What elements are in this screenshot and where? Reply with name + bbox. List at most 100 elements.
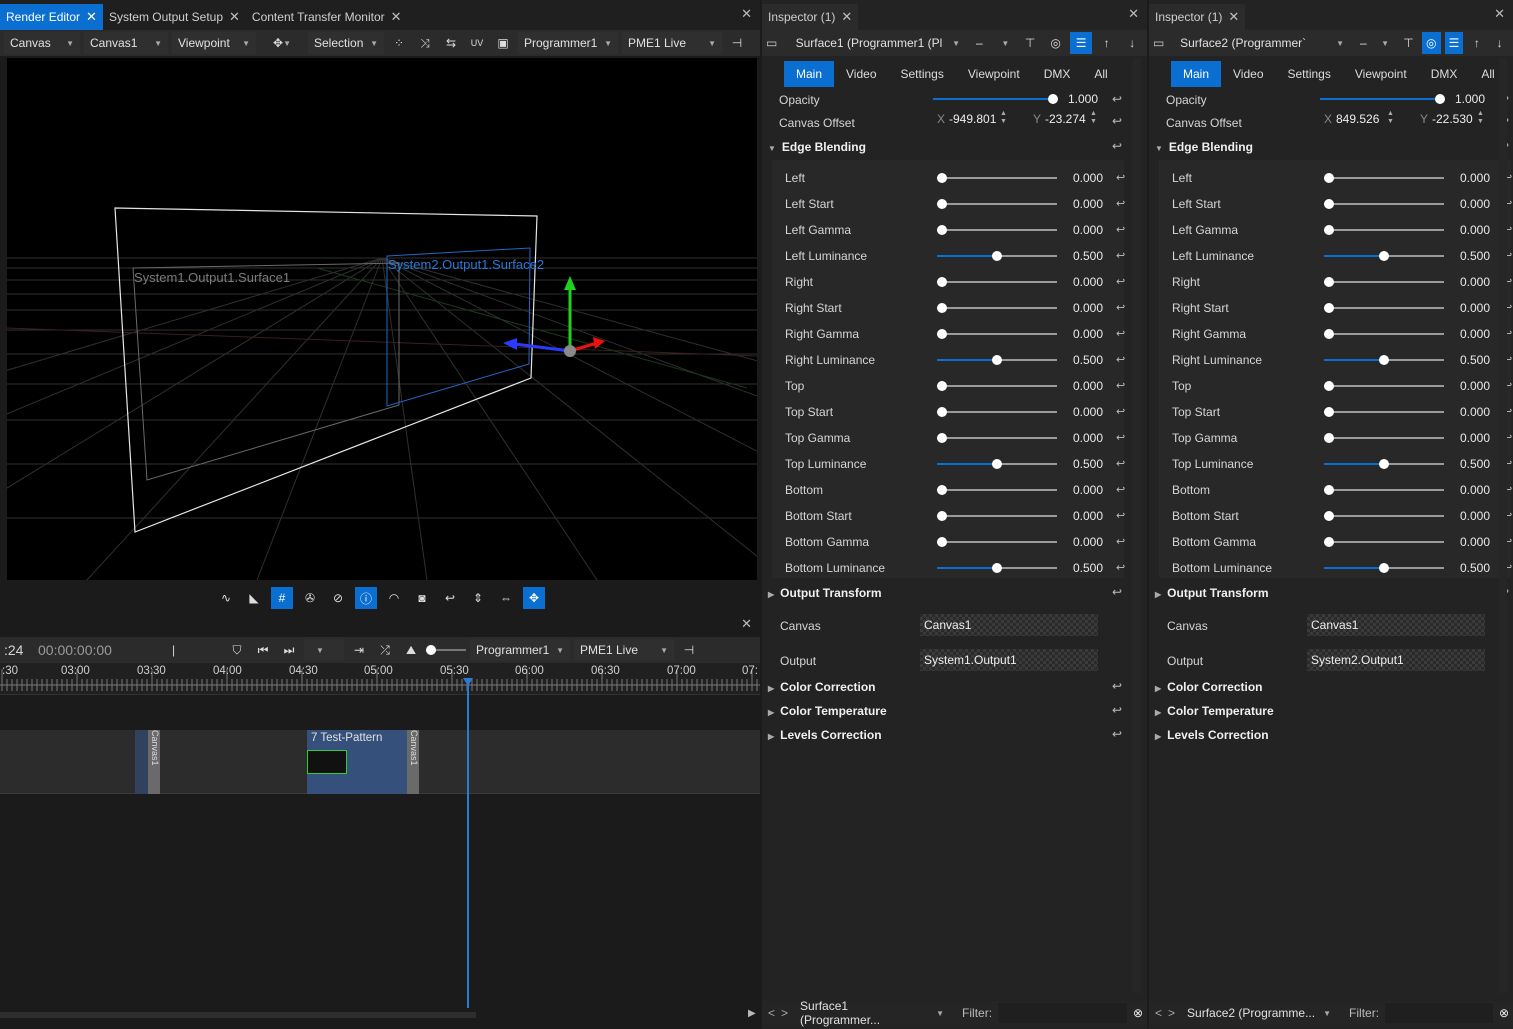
timeline-scrollbar[interactable]: [0, 1012, 476, 1018]
param-slider[interactable]: [1324, 199, 1444, 209]
subtab-main[interactable]: Main: [784, 61, 835, 87]
param-value[interactable]: 0.500: [1073, 353, 1103, 367]
reset-icon[interactable]: ↩: [1116, 379, 1125, 392]
param-value[interactable]: 0.500: [1460, 561, 1490, 575]
param-slider[interactable]: [937, 407, 1057, 417]
target-icon[interactable]: ◎: [1045, 32, 1067, 54]
param-slider[interactable]: [1324, 485, 1444, 495]
param-value[interactable]: 0.500: [1460, 249, 1490, 263]
clip-test-pattern[interactable]: 7 Test-Pattern: [307, 730, 417, 794]
param-slider[interactable]: [1324, 381, 1444, 391]
reset-icon[interactable]: ↩: [1116, 171, 1125, 184]
back-icon[interactable]: <: [768, 1006, 775, 1020]
inspector-scrollbar[interactable]: [1133, 58, 1141, 993]
param-value[interactable]: 0.000: [1460, 379, 1490, 393]
close-panel-icon[interactable]: ✕: [1128, 6, 1139, 22]
center-icon[interactable]: ✥: [523, 587, 545, 609]
param-value[interactable]: 0.000: [1073, 275, 1103, 289]
magnet-icon[interactable]: ◠: [383, 587, 405, 609]
param-slider[interactable]: [1324, 329, 1444, 339]
footer-object-dropdown[interactable]: Surface2 (Programme... ▼: [1181, 1002, 1338, 1024]
back-icon[interactable]: <: [1155, 1006, 1162, 1020]
reset-icon[interactable]: ↩: [1116, 275, 1125, 288]
stepper-icon[interactable]: ▲ ▼: [1000, 110, 1007, 126]
section-header[interactable]: ▶ Color Correction: [768, 680, 876, 694]
close-icon[interactable]: ✕: [1228, 9, 1239, 25]
param-slider[interactable]: [937, 485, 1057, 495]
mode-dropdown[interactable]: – ▼: [1354, 32, 1396, 54]
filter-input[interactable]: [1385, 1003, 1493, 1023]
param-value[interactable]: 0.000: [1460, 171, 1490, 185]
opacity-value[interactable]: 1.000: [1455, 92, 1485, 106]
tab-inspector[interactable]: Inspector (1) ✕: [1149, 4, 1246, 30]
param-value[interactable]: 0.500: [1460, 457, 1490, 471]
tab-render-editor[interactable]: Render Editor ✕: [0, 4, 103, 30]
canvas-mode-dropdown[interactable]: Canvas ▼: [4, 32, 80, 54]
section-header[interactable]: ▶ Color Correction: [1155, 680, 1263, 694]
param-value[interactable]: 0.000: [1073, 535, 1103, 549]
param-value[interactable]: 0.500: [1073, 249, 1103, 263]
reset-icon[interactable]: ↩: [1116, 457, 1125, 470]
param-slider[interactable]: [937, 511, 1057, 521]
gizmo[interactable]: [503, 276, 605, 357]
swap-icon[interactable]: ⇆: [440, 32, 462, 54]
canvas-select-dropdown[interactable]: Canvas1 ▼: [84, 32, 168, 54]
param-slider[interactable]: [1324, 173, 1444, 183]
transform-icon[interactable]: ⤨: [414, 32, 436, 54]
pin-icon[interactable]: ⊤: [1399, 32, 1418, 54]
close-panel-icon[interactable]: ✕: [1494, 6, 1505, 22]
param-value[interactable]: 0.000: [1460, 431, 1490, 445]
reset-icon[interactable]: ↩: [1116, 353, 1125, 366]
edge-blending-header[interactable]: ▼ Edge Blending: [1155, 140, 1253, 154]
tab-inspector[interactable]: Inspector (1) ✕: [762, 4, 859, 30]
stepper-icon[interactable]: ▲ ▼: [1090, 110, 1097, 126]
arrow-down-icon[interactable]: ↓: [1121, 32, 1143, 54]
list-icon[interactable]: ☰: [1070, 32, 1092, 54]
target-icon[interactable]: ◎: [1421, 32, 1441, 54]
subtab-viewpoint[interactable]: Viewpoint: [956, 61, 1032, 87]
reset-icon[interactable]: ↩: [1116, 223, 1125, 236]
pin-icon[interactable]: ⊤: [1019, 32, 1041, 54]
offset-y-field[interactable]: -23.274: [1045, 112, 1086, 126]
arrow-up-icon[interactable]: ↑: [1096, 32, 1118, 54]
scroll-right-icon[interactable]: ▶: [748, 1008, 756, 1019]
subtab-all[interactable]: All: [1082, 61, 1119, 87]
param-slider[interactable]: [1324, 277, 1444, 287]
reset-icon[interactable]: ↩: [1116, 327, 1125, 340]
reset-icon[interactable]: ↩: [1116, 483, 1125, 496]
param-slider[interactable]: [1324, 563, 1444, 573]
canvas-field[interactable]: Canvas1: [1307, 614, 1485, 636]
reset-icon[interactable]: ↩: [1116, 431, 1125, 444]
reset-icon[interactable]: ↩: [1116, 561, 1125, 574]
stepper-icon[interactable]: ▲ ▼: [1387, 110, 1394, 126]
param-value[interactable]: 0.500: [1460, 353, 1490, 367]
uv-icon[interactable]: UV: [466, 32, 488, 54]
param-value[interactable]: 0.000: [1460, 483, 1490, 497]
param-slider[interactable]: [937, 225, 1057, 235]
param-value[interactable]: 0.500: [1073, 457, 1103, 471]
canvas-field[interactable]: Canvas1: [920, 614, 1098, 636]
param-value[interactable]: 0.000: [1073, 223, 1103, 237]
param-slider[interactable]: [1324, 537, 1444, 547]
param-slider[interactable]: [937, 173, 1057, 183]
timeline-ruler[interactable]: :30 03:00 03:30 04:00 04:30 05:00 05:30 06:00 06…: [0, 663, 760, 695]
horizontal-fit-icon[interactable]: ⇔: [495, 587, 517, 609]
object-dropdown[interactable]: Surface2 (Programmer` ▼: [1174, 32, 1350, 54]
section-header[interactable]: ▶ Levels Correction: [1155, 728, 1269, 742]
offset-x-field[interactable]: -949.801: [949, 112, 996, 126]
param-slider[interactable]: [937, 329, 1057, 339]
undo-icon[interactable]: ↩: [439, 587, 461, 609]
opacity-slider[interactable]: [1320, 94, 1445, 104]
reset-icon[interactable]: ↩: [1112, 139, 1122, 153]
subtab-main[interactable]: Main: [1171, 61, 1222, 87]
angle-icon[interactable]: ◣: [243, 587, 265, 609]
timeline-programmer-dropdown[interactable]: Programmer1 ▼: [470, 639, 570, 661]
reset-icon[interactable]: ↩: [1112, 585, 1122, 599]
forward-icon[interactable]: >: [1168, 1006, 1175, 1020]
list-icon[interactable]: ☰: [1444, 32, 1464, 54]
param-value[interactable]: 0.000: [1460, 197, 1490, 211]
param-slider[interactable]: [937, 381, 1057, 391]
param-slider[interactable]: [937, 459, 1057, 469]
reset-icon[interactable]: ↩: [1112, 679, 1122, 693]
param-value[interactable]: 0.000: [1460, 327, 1490, 341]
